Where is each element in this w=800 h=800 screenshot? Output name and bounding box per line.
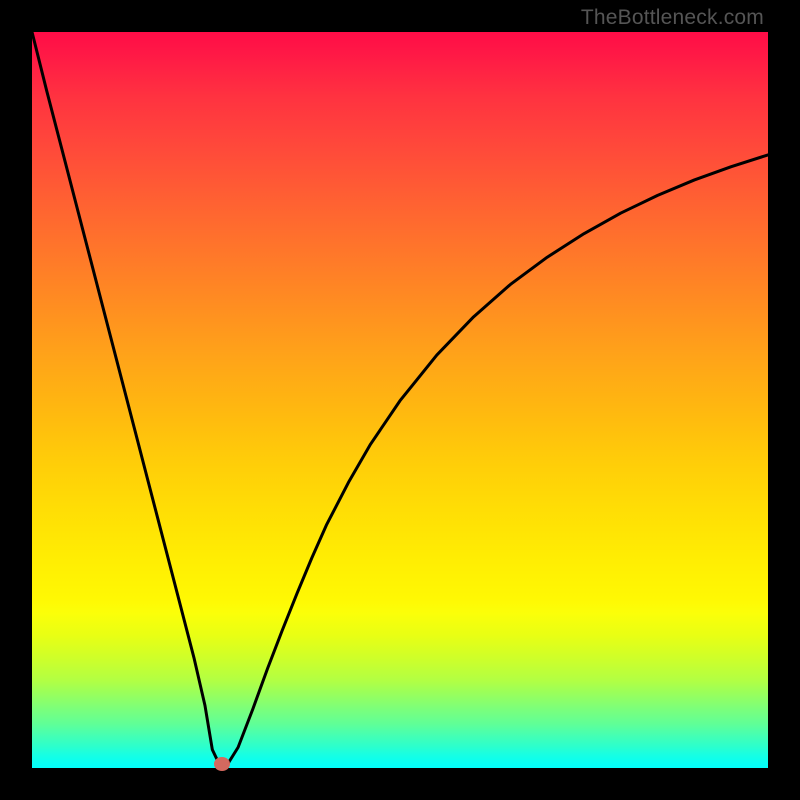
watermark-text: TheBottleneck.com <box>581 6 764 30</box>
plot-area <box>32 32 768 768</box>
curve-layer <box>32 32 768 768</box>
outer-frame: TheBottleneck.com <box>0 0 800 800</box>
minimum-marker <box>214 757 230 771</box>
bottleneck-curve <box>32 32 768 765</box>
